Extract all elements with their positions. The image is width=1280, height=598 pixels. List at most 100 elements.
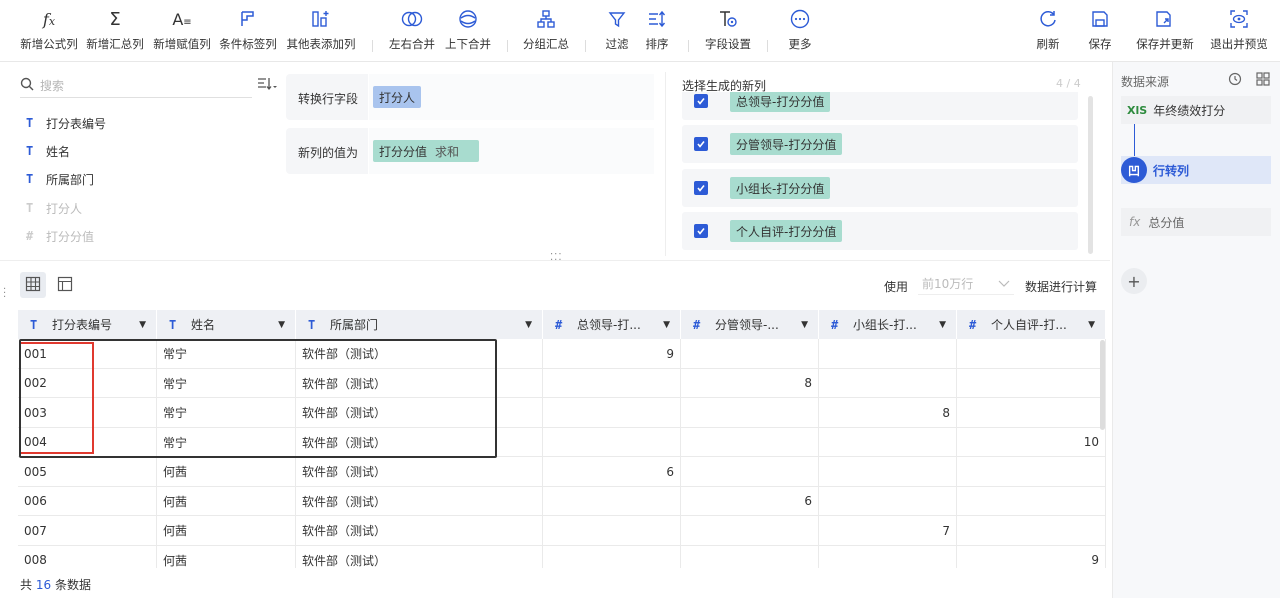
table-cell[interactable] [543, 516, 681, 545]
table-row[interactable]: 003 常宁 软件部（测试） 8 [18, 398, 1106, 428]
caret-down-icon[interactable]: ▼ [939, 320, 946, 330]
column-header[interactable]: # 小组长-打... ▼ [819, 310, 957, 339]
column-header[interactable]: # 分管领导-... ▼ [681, 310, 819, 339]
field-sort-icon[interactable] [257, 76, 277, 95]
table-cell[interactable] [957, 339, 1106, 368]
table-cell[interactable]: 何茜 [157, 486, 296, 516]
table-cell[interactable]: 软件部（测试） [296, 368, 543, 398]
table-cell[interactable] [819, 486, 957, 516]
table-cell[interactable] [681, 427, 819, 457]
layout-icon[interactable] [1256, 72, 1270, 89]
caret-down-icon[interactable]: ▼ [801, 320, 808, 330]
caret-down-icon[interactable]: ▼ [139, 320, 146, 330]
table-cell[interactable]: 003 [18, 398, 157, 427]
save-and-update-button[interactable]: 保存并更新 [1132, 6, 1198, 58]
row-field-dropzone[interactable]: 打分人 [368, 74, 654, 120]
side-drag-handle[interactable]: · · · [3, 285, 6, 303]
table-cell[interactable] [543, 427, 681, 457]
generated-list-scrollbar[interactable] [1088, 96, 1093, 254]
group-summary-button[interactable]: 分组汇总 [520, 6, 572, 58]
table-cell[interactable]: 软件部（测试） [296, 486, 543, 516]
refresh-button[interactable]: 刷新 [1032, 6, 1064, 58]
search-box[interactable] [20, 74, 252, 98]
table-cell[interactable] [819, 457, 957, 486]
table-cell[interactable]: 001 [18, 339, 157, 368]
generated-column-item[interactable]: 分管领导-打分分值 [682, 125, 1078, 163]
table-cell[interactable]: 007 [18, 516, 157, 545]
table-cell[interactable]: 常宁 [157, 368, 296, 398]
add-column-from-table-button[interactable]: 其他表添加列 [284, 6, 358, 58]
generated-column-item[interactable]: 总领导-打分分值 [682, 92, 1078, 120]
column-header[interactable]: T 打分表编号 ▼ [18, 310, 157, 339]
table-cell[interactable]: 002 [18, 368, 157, 398]
more-button[interactable]: 更多 [784, 6, 816, 58]
add-assign-column-button[interactable]: A≡ 新增赋值列 [151, 6, 213, 58]
table-cell[interactable] [957, 398, 1106, 427]
table-cell[interactable]: 软件部（测试） [296, 339, 543, 368]
checkbox[interactable] [694, 137, 708, 151]
field-item[interactable]: T 打分表编号 [26, 113, 106, 133]
table-cell[interactable] [681, 457, 819, 486]
table-cell[interactable]: 8 [819, 398, 957, 427]
history-icon[interactable] [1228, 72, 1242, 89]
step-total-score[interactable]: fx 总分值 [1121, 208, 1271, 236]
field-settings-button[interactable]: 字段设置 [702, 6, 754, 58]
grid-view-button[interactable] [20, 272, 46, 298]
table-cell[interactable] [543, 398, 681, 427]
value-field-pill[interactable]: 打分分值 求和 [373, 140, 479, 162]
caret-down-icon[interactable]: ▼ [525, 320, 532, 330]
table-cell[interactable]: 6 [681, 486, 819, 516]
row-field-pill[interactable]: 打分人 [373, 86, 422, 108]
table-cell[interactable] [819, 368, 957, 398]
field-item[interactable]: T 所属部门 [26, 169, 94, 189]
value-field-dropzone[interactable]: 打分分值 求和 [368, 128, 654, 174]
table-cell[interactable]: 9 [957, 545, 1106, 568]
table-cell[interactable] [957, 368, 1106, 398]
table-cell[interactable] [957, 516, 1106, 545]
table-cell[interactable] [681, 398, 819, 427]
table-row[interactable]: 006 何茜 软件部（测试） 6 [18, 486, 1106, 516]
table-row[interactable]: 008 何茜 软件部（测试） 9 [18, 545, 1106, 568]
merge-top-bottom-button[interactable]: 上下合并 [442, 6, 494, 58]
checkbox[interactable] [694, 94, 708, 108]
exit-and-preview-button[interactable]: 退出并预览 [1206, 6, 1272, 58]
table-cell[interactable] [819, 339, 957, 368]
field-item[interactable]: T 姓名 [26, 141, 70, 161]
column-header[interactable]: # 总领导-打... ▼ [543, 310, 681, 339]
checkbox[interactable] [694, 224, 708, 238]
add-summary-column-button[interactable]: Σ 新增汇总列 [84, 6, 146, 58]
merge-left-right-button[interactable]: 左右合并 [386, 6, 438, 58]
table-cell[interactable]: 软件部（测试） [296, 545, 543, 568]
generated-column-item[interactable]: 个人自评-打分分值 [682, 212, 1078, 250]
table-row[interactable]: 007 何茜 软件部（测试） 7 [18, 516, 1106, 546]
caret-down-icon[interactable]: ▼ [1088, 320, 1095, 330]
table-cell[interactable]: 8 [681, 368, 819, 398]
table-row[interactable]: 005 何茜 软件部（测试） 6 [18, 457, 1106, 487]
add-step-button[interactable]: + [1121, 268, 1147, 294]
table-cell[interactable]: 常宁 [157, 398, 296, 427]
table-row[interactable]: 001 常宁 软件部（测试） 9 [18, 339, 1106, 369]
add-formula-column-button[interactable]: fx 新增公式列 [18, 6, 80, 58]
table-row[interactable]: 002 常宁 软件部（测试） 8 [18, 368, 1106, 398]
table-cell[interactable]: 软件部（测试） [296, 427, 543, 457]
save-button[interactable]: 保存 [1084, 6, 1116, 58]
table-cell[interactable]: 10 [957, 427, 1106, 457]
generated-column-item[interactable]: 小组长-打分分值 [682, 169, 1078, 207]
table-cell[interactable] [819, 427, 957, 457]
table-cell[interactable]: 常宁 [157, 339, 296, 368]
table-cell[interactable] [957, 486, 1106, 516]
column-header[interactable]: T 所属部门 ▼ [296, 310, 543, 339]
table-cell[interactable]: 7 [819, 516, 957, 545]
table-cell[interactable]: 何茜 [157, 516, 296, 545]
table-cell[interactable]: 软件部（测试） [296, 398, 543, 427]
table-cell[interactable] [681, 545, 819, 568]
table-cell[interactable]: 9 [543, 339, 681, 368]
layout-view-button[interactable] [52, 272, 78, 298]
table-cell[interactable]: 006 [18, 486, 157, 516]
sort-button[interactable]: 排序 [640, 6, 674, 58]
caret-down-icon[interactable]: ▼ [663, 320, 670, 330]
condition-tag-column-button[interactable]: 条件标签列 [217, 6, 279, 58]
table-cell[interactable] [957, 457, 1106, 486]
filter-button[interactable]: 过滤 [600, 6, 634, 58]
table-cell[interactable] [543, 545, 681, 568]
